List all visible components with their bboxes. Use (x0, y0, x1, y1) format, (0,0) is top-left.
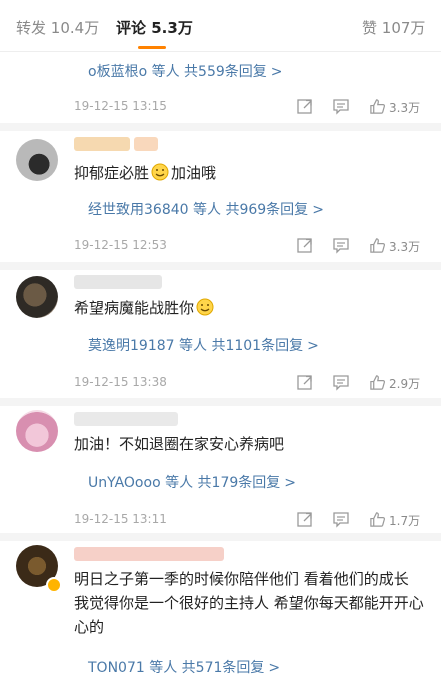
thumb-up-icon (370, 99, 385, 114)
blurred-username[interactable] (74, 137, 130, 151)
comment-tabs: 转发 10.4万 评论 5.3万 赞 107万 (0, 0, 441, 52)
comment-meta: 19-12-15 13:38 2.9万 (74, 373, 434, 393)
reply-count: 共1101条回复 (211, 338, 304, 354)
chevron-right-icon: > (307, 338, 319, 354)
avatar[interactable] (16, 276, 58, 318)
comment-time: 19-12-15 13:11 (74, 512, 167, 526)
view-replies-link[interactable]: o板蓝根o 等人 共559条回复 > (88, 61, 283, 81)
comment-item: 抑郁症必胜 加油哦 经世致用36840 等人 共969条回复 > 19-12-15 … (0, 131, 441, 254)
section-divider (0, 398, 441, 406)
comment-icon[interactable] (332, 510, 350, 528)
tab-reposts-count: 10.4万 (50, 19, 100, 37)
comment-meta: 19-12-15 13:15 3.3万 (74, 97, 434, 117)
comment-text: 明日之子第一季的时候你陪伴他们 看着他们的成长 我觉得你是一个很好的主持人 希望… (74, 567, 424, 639)
view-replies-link[interactable]: 莫逸明19187 等人 共1101条回复 > (88, 335, 319, 355)
tab-reposts[interactable]: 转发 10.4万 (16, 17, 99, 38)
thumb-up-icon (370, 375, 385, 390)
reply-user: 经世致用36840 (88, 202, 189, 218)
active-tab-underline (138, 46, 166, 49)
reply-connector: 等人 (147, 64, 185, 80)
reply-connector: 等人 (144, 660, 182, 676)
comment-icon[interactable] (332, 236, 350, 254)
smile-emoji-icon (151, 163, 169, 181)
reply-count: 共179条回复 (197, 475, 281, 491)
tab-comments-count: 5.3万 (151, 19, 193, 37)
tab-comments-label: 评论 (116, 19, 147, 37)
share-icon[interactable] (296, 97, 314, 115)
smile-emoji-icon (196, 298, 214, 316)
reply-count: 共571条回复 (181, 660, 265, 676)
comment-text-part: 明日之子第一季的时候你陪伴他们 看着他们的成长 我觉得你是一个很好的主持人 希望… (74, 570, 424, 636)
comment-text-part: 加油哦 (171, 164, 217, 182)
tab-likes[interactable]: 赞 107万 (362, 17, 425, 38)
like-button[interactable]: 1.7万 (369, 510, 420, 528)
comment-text: 加油！不如退圈在家安心养病吧 (74, 432, 434, 456)
view-replies-link[interactable]: 经世致用36840 等人 共969条回复 > (88, 199, 324, 219)
reply-connector: 等人 (174, 338, 212, 354)
reply-connector: 等人 (188, 202, 226, 218)
comment-icon[interactable] (332, 97, 350, 115)
section-divider (0, 533, 441, 541)
like-count: 2.9万 (389, 377, 421, 391)
thumb-up-icon (370, 512, 385, 527)
like-count: 1.7万 (389, 514, 421, 528)
reply-user: UnYAOooo (88, 475, 161, 491)
comment-text: 希望病魔能战胜你 (74, 296, 434, 320)
blurred-username[interactable] (74, 547, 224, 561)
comment-text-part: 抑郁症必胜 (74, 164, 150, 182)
section-divider (0, 262, 441, 270)
blurred-username[interactable] (74, 412, 178, 426)
share-icon[interactable] (296, 236, 314, 254)
user-badge (134, 137, 158, 151)
tab-reposts-label: 转发 (16, 19, 47, 37)
avatar[interactable] (16, 139, 58, 181)
section-divider (0, 123, 441, 131)
like-count: 3.3万 (389, 101, 421, 115)
share-icon[interactable] (296, 510, 314, 528)
thumb-up-icon (370, 238, 385, 253)
comment-item: 明日之子第一季的时候你陪伴他们 看着他们的成长 我觉得你是一个很好的主持人 希望… (0, 541, 441, 689)
like-button[interactable]: 3.3万 (369, 236, 420, 254)
reply-count: 共969条回复 (225, 202, 309, 218)
blurred-username[interactable] (74, 275, 162, 289)
comment-icon[interactable] (332, 373, 350, 391)
reply-connector: 等人 (160, 475, 198, 491)
reply-user: TON071 (88, 660, 145, 676)
comment-item: 加油！不如退圈在家安心养病吧 UnYAOooo 等人 共179条回复 > 19-1… (0, 406, 441, 530)
verified-badge-icon (46, 577, 62, 593)
comment-time: 19-12-15 13:15 (74, 99, 167, 113)
like-button[interactable]: 2.9万 (369, 373, 420, 391)
tab-likes-count: 107万 (381, 19, 426, 37)
reply-count: 共559条回复 (184, 64, 267, 80)
tab-comments[interactable]: 评论 5.3万 (116, 17, 193, 38)
comment-meta: 19-12-15 12:53 3.3万 (74, 236, 434, 256)
avatar[interactable] (16, 410, 58, 452)
comment-item: 希望病魔能战胜你 莫逸明19187 等人 共1101条回复 > 19-12-15 … (0, 270, 441, 394)
chevron-right-icon: > (312, 202, 324, 218)
comment-meta: 19-12-15 13:11 1.7万 (74, 510, 434, 530)
like-button[interactable]: 3.3万 (369, 97, 420, 115)
comment-time: 19-12-15 12:53 (74, 238, 167, 252)
comment-text: 抑郁症必胜 加油哦 (74, 161, 434, 185)
chevron-right-icon: > (284, 475, 297, 491)
reply-user: 莫逸明19187 (88, 338, 175, 354)
share-icon[interactable] (296, 373, 314, 391)
view-replies-link[interactable]: TON071 等人 共571条回复 > (88, 657, 280, 677)
chevron-right-icon: > (268, 660, 281, 676)
comment-text-part: 希望病魔能战胜你 (74, 299, 195, 317)
comment-text-part: 加油！不如退圈在家安心养病吧 (74, 435, 285, 453)
comment-time: 19-12-15 13:38 (74, 375, 167, 389)
view-replies-link[interactable]: UnYAOooo 等人 共179条回复 > (88, 472, 296, 492)
chevron-right-icon: > (270, 64, 283, 80)
like-count: 3.3万 (389, 240, 421, 254)
tab-likes-label: 赞 (362, 19, 378, 37)
reply-user: o板蓝根o (88, 64, 148, 80)
